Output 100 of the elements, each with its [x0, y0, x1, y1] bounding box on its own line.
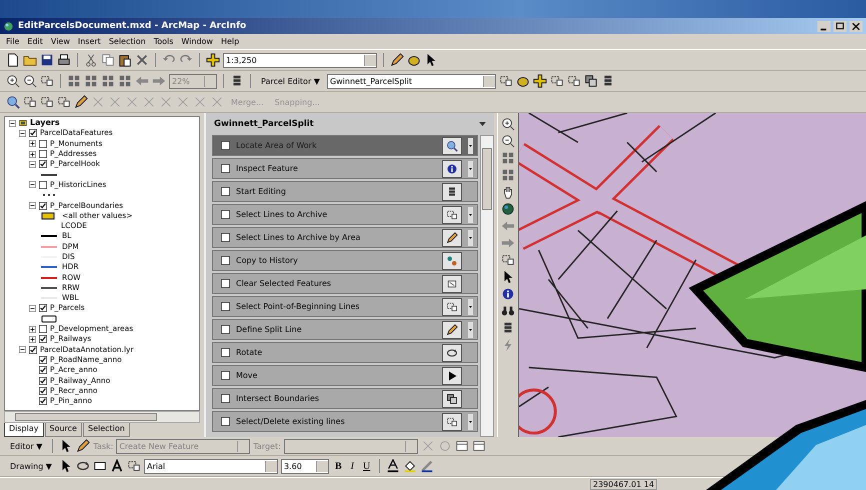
plus-icon[interactable] — [206, 53, 220, 67]
layer-checkbox[interactable] — [39, 397, 47, 406]
rectangle-icon[interactable] — [92, 459, 107, 473]
grid-icon[interactable] — [84, 74, 98, 88]
zoomin-icon[interactable] — [6, 74, 20, 88]
vertical-scrollbar[interactable] — [480, 135, 494, 437]
text-tool-icon[interactable] — [110, 459, 124, 473]
select-icon[interactable] — [40, 95, 54, 109]
collapse-toggle[interactable] — [19, 346, 26, 354]
task-row[interactable]: Select Lines to Archive by Area — [212, 227, 478, 248]
task-row[interactable]: Inspect Feature — [212, 158, 478, 179]
plus-icon[interactable] — [532, 74, 547, 88]
task-row[interactable]: Select Lines to Archive — [212, 204, 478, 225]
select-icon[interactable] — [40, 74, 54, 88]
task-row[interactable]: Move — [212, 365, 478, 386]
save-icon[interactable] — [40, 53, 54, 67]
menu-item[interactable]: File — [6, 37, 20, 46]
task-button[interactable] — [442, 320, 462, 338]
select-icon[interactable] — [126, 459, 141, 473]
collapse-toggle[interactable] — [9, 120, 16, 127]
rotate-icon[interactable] — [76, 459, 90, 473]
drawing-menu[interactable]: Drawing ▼ — [6, 460, 56, 472]
font-size-field[interactable]: 3.60 — [280, 458, 329, 474]
grid-icon[interactable] — [67, 74, 81, 88]
bold-button[interactable]: B — [332, 460, 345, 472]
task-row[interactable]: Define Split Line — [212, 319, 478, 340]
folder-icon[interactable] — [23, 53, 37, 67]
zoomin-icon[interactable] — [501, 117, 515, 131]
fill-color-icon[interactable] — [403, 459, 418, 473]
task-button[interactable] — [442, 228, 462, 246]
horizontal-scrollbar[interactable] — [4, 411, 200, 423]
select-icon[interactable] — [23, 95, 37, 109]
task-button[interactable] — [442, 366, 462, 384]
font-color-icon[interactable] — [386, 459, 400, 473]
layer-checkbox[interactable] — [39, 376, 47, 385]
print-icon[interactable] — [57, 53, 71, 67]
task-row[interactable]: Intersect Boundaries — [212, 388, 478, 409]
intersect-icon[interactable] — [584, 74, 598, 88]
task-checkbox[interactable] — [221, 371, 230, 380]
task-button[interactable] — [442, 182, 462, 200]
expand-toggle[interactable] — [29, 150, 36, 158]
select-icon[interactable] — [550, 74, 564, 88]
pencil-icon[interactable] — [390, 53, 404, 67]
maximize-button[interactable] — [833, 20, 847, 32]
task-button[interactable] — [442, 412, 462, 430]
task-checkbox[interactable] — [221, 417, 230, 426]
task-row[interactable]: Start Editing — [212, 181, 478, 202]
expand-toggle[interactable] — [29, 336, 36, 343]
task-checkbox[interactable] — [221, 279, 230, 288]
globe-icon[interactable] — [501, 202, 515, 216]
layer-checkbox[interactable] — [29, 129, 37, 138]
collapse-toggle[interactable] — [29, 202, 36, 210]
task-checkbox[interactable] — [221, 164, 230, 173]
task-button[interactable] — [442, 390, 462, 408]
minimize-button[interactable] — [817, 20, 831, 32]
copy-icon[interactable] — [101, 53, 115, 67]
select-icon[interactable] — [498, 74, 513, 88]
layer-checkbox[interactable] — [39, 325, 47, 334]
line-color-icon[interactable] — [420, 459, 434, 473]
layer-checkbox[interactable] — [39, 356, 47, 364]
italic-button[interactable]: I — [348, 460, 357, 472]
grid-icon[interactable] — [501, 151, 515, 165]
zoomout-icon[interactable] — [501, 134, 515, 148]
pencil-icon[interactable] — [74, 95, 88, 109]
layer-checkbox[interactable] — [29, 346, 37, 354]
table-icon[interactable] — [472, 439, 486, 453]
collapse-toggle[interactable] — [29, 304, 36, 312]
menu-item[interactable]: Edit — [27, 37, 43, 46]
grid-icon[interactable] — [101, 74, 115, 88]
select-icon[interactable] — [566, 74, 581, 88]
layer-checkbox[interactable] — [39, 150, 47, 158]
delete-icon[interactable] — [135, 53, 149, 67]
collapse-toggle[interactable] — [19, 130, 26, 137]
task-row[interactable]: Rotate — [212, 342, 478, 363]
target-field[interactable] — [284, 438, 418, 454]
font-field[interactable]: Arial — [144, 458, 278, 474]
tab[interactable]: Source — [44, 423, 82, 437]
menu-item[interactable]: Tools — [154, 37, 174, 46]
menu-item[interactable]: Help — [220, 37, 240, 46]
pencil-icon[interactable] — [76, 439, 90, 453]
task-checkbox[interactable] — [221, 394, 230, 403]
task-checkbox[interactable] — [221, 210, 230, 219]
task-row[interactable]: Select/Delete existing lines — [212, 411, 478, 432]
task-checkbox[interactable] — [221, 256, 230, 265]
task-checkbox[interactable] — [221, 348, 230, 357]
task-checkbox[interactable] — [221, 141, 230, 150]
task-row[interactable]: Copy to History — [212, 250, 478, 271]
doc-icon[interactable] — [6, 53, 20, 67]
info-icon[interactable] — [501, 287, 515, 301]
table-icon[interactable] — [454, 439, 469, 453]
tab[interactable]: Display — [4, 423, 44, 437]
grid-icon[interactable] — [501, 168, 515, 182]
select-icon[interactable] — [501, 253, 515, 267]
hand-icon[interactable] — [501, 185, 515, 199]
tab[interactable]: Selection — [82, 423, 130, 437]
layer-checkbox[interactable] — [39, 180, 47, 189]
layer-checkbox[interactable] — [39, 304, 47, 312]
task-button[interactable] — [442, 206, 462, 224]
magnifier-icon[interactable] — [6, 95, 20, 109]
layer-checkbox[interactable] — [39, 160, 47, 168]
